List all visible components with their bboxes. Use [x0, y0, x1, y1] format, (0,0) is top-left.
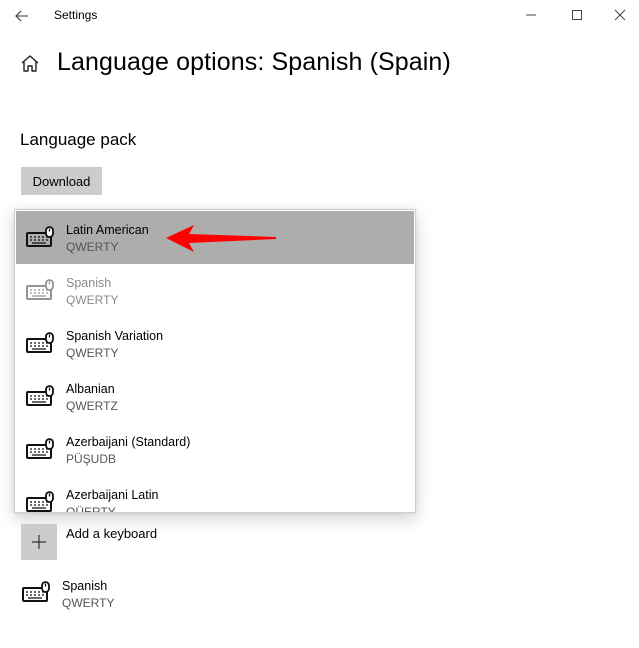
keyboard-option-azerbaijani-latin[interactable]: Azerbaijani Latin QÜERTY — [16, 476, 414, 513]
maximize-icon — [572, 10, 582, 20]
keyboard-option-azerbaijani-standard[interactable]: Azerbaijani (Standard) PÜŞUDB — [16, 423, 414, 476]
title-bar: Settings — [0, 0, 639, 32]
page-title: Language options: Spanish (Spain) — [57, 48, 451, 76]
keyboard-option-layout: PÜŞUDB — [66, 452, 117, 466]
keyboard-icon — [26, 385, 56, 407]
app-title: Settings — [54, 8, 98, 22]
minimize-icon — [526, 14, 536, 16]
download-button[interactable]: Download — [21, 167, 102, 195]
add-keyboard-label[interactable]: Add a keyboard — [66, 526, 157, 541]
back-arrow-icon — [15, 10, 28, 22]
keyboard-option-layout: QWERTY — [66, 293, 119, 307]
back-button[interactable] — [8, 2, 36, 30]
installed-keyboard-spanish[interactable]: Spanish QWERTY — [18, 576, 218, 616]
keyboard-option-albanian[interactable]: Albanian QWERTZ — [16, 370, 414, 423]
keyboard-option-spanish: Spanish QWERTY — [16, 264, 414, 317]
plus-icon — [32, 535, 46, 549]
keyboard-option-name: Latin American — [66, 223, 149, 237]
minimize-button[interactable] — [508, 0, 554, 30]
maximize-button[interactable] — [554, 0, 600, 30]
installed-keyboard-layout: QWERTY — [62, 596, 115, 610]
keyboard-option-layout: QWERTZ — [66, 399, 118, 413]
keyboard-option-name: Spanish — [66, 276, 112, 290]
language-pack-heading: Language pack — [20, 130, 137, 149]
add-keyboard-button[interactable] — [21, 524, 57, 560]
keyboard-option-name: Azerbaijani Latin — [66, 488, 159, 502]
installed-keyboard-name: Spanish — [62, 579, 108, 593]
keyboard-icon — [26, 438, 56, 460]
keyboard-icon — [26, 279, 56, 301]
keyboard-icon — [22, 581, 52, 603]
keyboard-icon — [26, 491, 56, 513]
home-icon[interactable] — [20, 54, 40, 74]
keyboard-option-layout: QWERTY — [66, 346, 119, 360]
keyboard-option-spanish-variation[interactable]: Spanish Variation QWERTY — [16, 317, 414, 370]
close-button[interactable] — [600, 0, 639, 30]
keyboard-icon — [26, 226, 56, 248]
keyboard-option-name: Azerbaijani (Standard) — [66, 435, 191, 449]
keyboard-icon — [26, 332, 56, 354]
keyboard-option-name: Albanian — [66, 382, 115, 396]
keyboard-option-name: Spanish Variation — [66, 329, 164, 343]
keyboard-option-layout: QÜERTY — [66, 505, 116, 513]
keyboard-option-layout: QWERTY — [66, 240, 119, 254]
annotation-arrow — [166, 225, 276, 252]
arrow-shape — [166, 225, 276, 252]
close-icon — [614, 9, 625, 21]
